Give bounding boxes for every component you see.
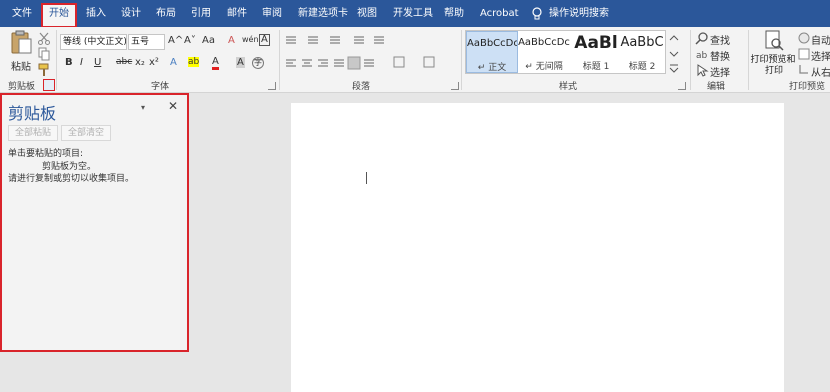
style-no-spacing-sample: AaBbCcDc bbox=[518, 37, 570, 48]
font-group-label: 字体 bbox=[151, 82, 170, 92]
clipboard-launcher-button[interactable] bbox=[43, 79, 55, 91]
char-border-button[interactable]: A bbox=[259, 34, 270, 46]
text-effects-button[interactable]: A bbox=[170, 57, 177, 68]
italic-button[interactable]: I bbox=[80, 57, 83, 68]
tab-help[interactable]: 帮助 bbox=[444, 0, 464, 27]
tab-insert[interactable]: 插入 bbox=[86, 0, 106, 27]
styles-launcher-button[interactable] bbox=[678, 82, 686, 90]
styles-gallery: AaBbCcDc ↵ 正文 AaBbCcDc ↵ 无间隔 AaBl 标题 1 A… bbox=[465, 30, 666, 74]
paste-label: 粘贴 bbox=[11, 62, 31, 73]
clipboard-pane-title: 剪贴板 bbox=[8, 104, 57, 123]
ribbon: 粘贴 剪贴板 等线 (中文正文) 五号 A^ A˅ Aa A wén A B I… bbox=[0, 27, 830, 93]
tab-file[interactable]: 文件 bbox=[12, 0, 32, 27]
paragraph-launcher-button[interactable] bbox=[451, 82, 459, 90]
clipboard-instruction: 单击要粘贴的项目: bbox=[8, 149, 84, 159]
char-shading-button[interactable]: A bbox=[236, 57, 245, 68]
paste-icon bbox=[11, 30, 32, 54]
lightbulb-icon bbox=[532, 7, 542, 20]
print-preview-label-2: 打印 bbox=[764, 66, 783, 76]
phonetic-button[interactable]: wén bbox=[242, 35, 259, 44]
select-icon bbox=[697, 64, 709, 77]
enclose-char-button[interactable]: 字 bbox=[252, 57, 264, 69]
replace-button[interactable]: 替换 bbox=[710, 48, 730, 63]
font-name-value: 等线 (中文正文) bbox=[63, 37, 127, 47]
select-button[interactable]: 选择 bbox=[710, 64, 730, 79]
underline-button[interactable]: U bbox=[94, 57, 101, 68]
change-case-button[interactable]: Aa bbox=[202, 35, 215, 46]
style-normal-sample: AaBbCcDc bbox=[467, 38, 517, 49]
tab-new-tab[interactable]: 新建选项卡 bbox=[298, 0, 348, 27]
document-page[interactable] bbox=[291, 103, 784, 392]
style-heading-1-name: 标题 1 bbox=[582, 62, 610, 72]
editing-group-label: 编辑 bbox=[707, 82, 726, 92]
paste-button[interactable]: 粘贴 bbox=[8, 30, 34, 74]
superscript-button[interactable]: x² bbox=[149, 57, 159, 68]
copy-icon[interactable] bbox=[37, 47, 51, 61]
document-area bbox=[189, 93, 830, 392]
font-name-combo[interactable]: 等线 (中文正文) bbox=[60, 34, 127, 50]
highlight-button[interactable]: ab bbox=[188, 57, 200, 67]
subscript-button[interactable]: x₂ bbox=[135, 57, 145, 68]
font-size-combo[interactable]: 五号 bbox=[128, 34, 165, 50]
tab-developer[interactable]: 开发工具 bbox=[393, 0, 433, 27]
clipboard-hint-text: 请进行复制或剪切以收集项目。 bbox=[8, 174, 135, 184]
pane-options-dropdown[interactable]: ▾ bbox=[141, 103, 145, 112]
auto-button[interactable]: 自动 bbox=[811, 32, 830, 47]
styles-group-label: 样式 bbox=[559, 82, 578, 92]
style-heading-2-sample: AaBbC bbox=[620, 35, 664, 50]
tab-home[interactable]: 开始 bbox=[41, 3, 77, 28]
shrink-font-button[interactable]: A˅ bbox=[184, 35, 196, 46]
tell-me-search[interactable]: 操作说明搜索 bbox=[549, 0, 609, 27]
paragraph-group-label: 段落 bbox=[352, 82, 371, 92]
tab-mailings[interactable]: 邮件 bbox=[227, 0, 247, 27]
close-icon[interactable]: ✕ bbox=[168, 99, 178, 113]
cut-icon[interactable] bbox=[37, 31, 51, 45]
tab-references[interactable]: 引用 bbox=[191, 0, 211, 27]
strikethrough-button[interactable]: abc bbox=[116, 57, 132, 67]
print-preview-icon bbox=[765, 30, 784, 51]
from-right-button[interactable]: 从右 bbox=[811, 64, 830, 79]
text-caret bbox=[366, 172, 367, 184]
style-normal[interactable]: AaBbCcDc ↵ 正文 bbox=[466, 31, 518, 73]
tab-design[interactable]: 设计 bbox=[121, 0, 141, 27]
clipboard-pane: 剪贴板 ▾ ✕ 全部粘贴 全部清空 单击要粘贴的项目: 剪贴板为空。 请进行复制… bbox=[0, 93, 189, 352]
paragraph-icons bbox=[286, 36, 435, 70]
svg-text:ab: ab bbox=[696, 51, 708, 61]
tab-layout[interactable]: 布局 bbox=[156, 0, 176, 27]
tab-acrobat[interactable]: Acrobat bbox=[480, 0, 519, 27]
find-button[interactable]: 查找 bbox=[710, 32, 730, 47]
print-preview-button[interactable]: 打印预览和 打印 bbox=[750, 30, 796, 78]
auto-icon bbox=[798, 32, 810, 44]
tab-view[interactable]: 视图 bbox=[357, 0, 377, 27]
style-heading-2-name: 标题 2 bbox=[628, 62, 656, 72]
style-normal-name: ↵ 正文 bbox=[477, 63, 507, 73]
styles-scroll-icon[interactable] bbox=[668, 31, 680, 73]
grow-font-button[interactable]: A^ bbox=[168, 35, 183, 46]
format-painter-icon[interactable] bbox=[37, 63, 51, 77]
bold-button[interactable]: B bbox=[65, 57, 73, 68]
clipboard-group-label: 剪贴板 bbox=[8, 82, 36, 92]
font-size-value: 五号 bbox=[131, 37, 150, 47]
print-preview-group-label: 打印预览 bbox=[789, 82, 826, 92]
style-no-spacing[interactable]: AaBbCcDc ↵ 无间隔 bbox=[518, 31, 570, 73]
style-heading-2[interactable]: AaBbC 标题 2 bbox=[618, 31, 666, 73]
style-heading-1-sample: AaBl bbox=[574, 33, 618, 53]
style-heading-1[interactable]: AaBl 标题 1 bbox=[570, 31, 622, 73]
menu-bar: 文件 开始 插入 设计 布局 引用 邮件 审阅 新建选项卡 视图 开发工具 帮助… bbox=[0, 0, 830, 28]
from-right-icon bbox=[799, 65, 808, 74]
tab-review[interactable]: 审阅 bbox=[262, 0, 282, 27]
replace-icon: ab bbox=[696, 51, 708, 61]
find-icon bbox=[695, 32, 708, 45]
choose-icon bbox=[798, 48, 810, 60]
print-preview-label-1: 打印预览和 bbox=[750, 55, 796, 65]
paste-all-button[interactable]: 全部粘贴 bbox=[8, 125, 59, 141]
clear-format-button[interactable]: A bbox=[228, 35, 235, 46]
style-no-spacing-name: ↵ 无间隔 bbox=[525, 62, 563, 72]
clear-all-button[interactable]: 全部清空 bbox=[61, 125, 112, 141]
font-launcher-button[interactable] bbox=[268, 82, 276, 90]
choose-button[interactable]: 选择多 bbox=[811, 48, 830, 63]
font-color-button[interactable]: A bbox=[212, 57, 219, 70]
